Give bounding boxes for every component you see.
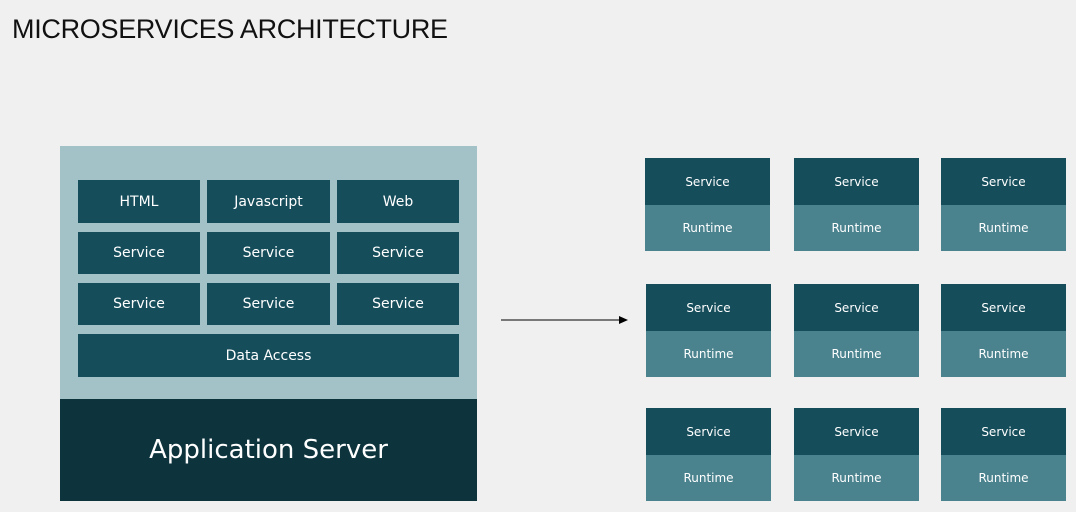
microservice-card: Service Runtime xyxy=(645,158,770,251)
microservice-runtime: Runtime xyxy=(646,455,771,501)
microservice-card: Service Runtime xyxy=(794,158,919,251)
microservice-card: Service Runtime xyxy=(646,284,771,377)
microservice-service: Service xyxy=(645,158,770,205)
microservice-service: Service xyxy=(794,284,919,331)
monolith-service: Service xyxy=(207,232,330,274)
microservice-runtime: Runtime xyxy=(794,205,919,251)
microservice-runtime: Runtime xyxy=(645,205,770,251)
monolith-service: Service xyxy=(337,283,459,325)
monolith-block: HTML Javascript Web Service Service Serv… xyxy=(60,146,477,501)
microservice-runtime: Runtime xyxy=(941,331,1066,377)
arrow-right-icon xyxy=(501,316,628,324)
monolith-service: Service xyxy=(207,283,330,325)
application-server: Application Server xyxy=(60,399,477,501)
javascript-layer: Javascript xyxy=(207,180,330,223)
microservice-service: Service xyxy=(646,408,771,455)
microservice-service: Service xyxy=(941,284,1066,331)
microservice-card: Service Runtime xyxy=(941,158,1066,251)
microservice-service: Service xyxy=(646,284,771,331)
microservice-runtime: Runtime xyxy=(941,455,1066,501)
microservice-card: Service Runtime xyxy=(646,408,771,501)
microservice-runtime: Runtime xyxy=(941,205,1066,251)
microservice-runtime: Runtime xyxy=(794,455,919,501)
microservice-service: Service xyxy=(794,158,919,205)
microservice-service: Service xyxy=(941,158,1066,205)
microservice-service: Service xyxy=(794,408,919,455)
microservice-card: Service Runtime xyxy=(941,408,1066,501)
monolith-service: Service xyxy=(78,232,200,274)
microservice-card: Service Runtime xyxy=(794,408,919,501)
microservice-card: Service Runtime xyxy=(941,284,1066,377)
page-title: MICROSERVICES ARCHITECTURE xyxy=(12,14,448,44)
microservice-card: Service Runtime xyxy=(794,284,919,377)
microservice-service: Service xyxy=(941,408,1066,455)
web-layer: Web xyxy=(337,180,459,223)
monolith-service: Service xyxy=(78,283,200,325)
microservice-runtime: Runtime xyxy=(646,331,771,377)
microservice-runtime: Runtime xyxy=(794,331,919,377)
monolith-service: Service xyxy=(337,232,459,274)
data-access-layer: Data Access xyxy=(78,334,459,377)
html-layer: HTML xyxy=(78,180,200,223)
